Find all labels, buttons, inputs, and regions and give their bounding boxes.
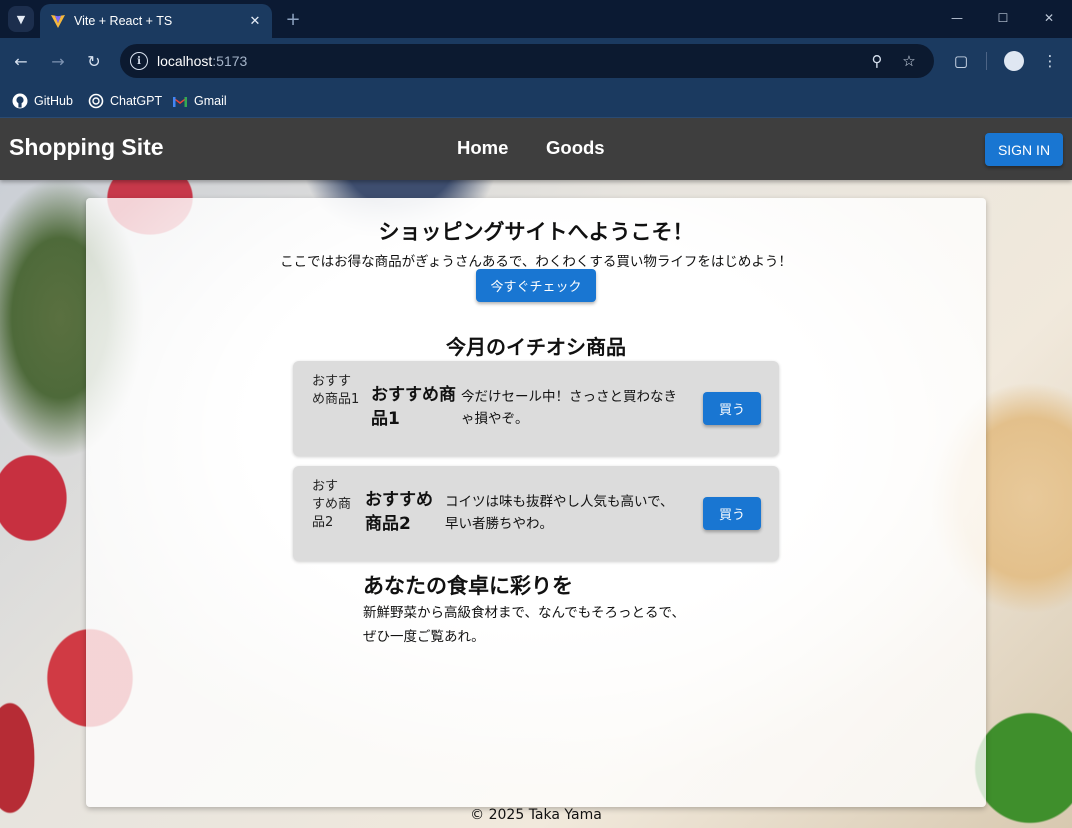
url-text: localhost:5173 (157, 53, 247, 69)
new-tab-icon[interactable]: + (282, 8, 304, 30)
url-port: :5173 (212, 53, 248, 69)
main-content-card: ショッピングサイトへようこそ！ ここではお得な商品がぎょうさんあるで、わくわくす… (86, 198, 986, 807)
bookmark-chatgpt[interactable]: ChatGPT (88, 91, 162, 111)
page-background: Shopping Site Home Goods SIGN IN ショッピングサ… (0, 118, 1072, 828)
menu-kebab-icon[interactable]: ⋮ (1039, 50, 1061, 72)
bookmark-label: Gmail (194, 94, 227, 108)
address-bar[interactable]: i localhost:5173 ⚲ ☆ (120, 44, 934, 78)
url-host: localhost (157, 53, 213, 69)
product-description: コイツは味も抜群やし人気も高いで、 早い者勝ちやわ。 (445, 491, 674, 535)
gmail-icon (172, 93, 188, 109)
featured-item: おすす め商品1 おすすめ商 品1 今だけセール中！さっさと買わなき ゃ損やぞ。… (293, 361, 779, 456)
github-icon (12, 93, 28, 109)
tab-close-icon[interactable]: ✕ (244, 10, 266, 32)
product-image-alt: おす すめ商 品2 (312, 478, 351, 532)
product-description: 今だけセール中！さっさと買わなき ゃ損やぞ。 (461, 386, 677, 430)
site-brand[interactable]: Shopping Site (9, 134, 164, 161)
extensions-icon[interactable]: ▢ (950, 50, 972, 72)
browser-tab[interactable]: Vite + React + TS ✕ (40, 4, 272, 38)
bookmark-gmail[interactable]: Gmail (172, 91, 227, 111)
bookmark-label: GitHub (34, 94, 73, 108)
maximize-icon[interactable]: ☐ (990, 6, 1016, 30)
profile-avatar[interactable] (1004, 51, 1024, 71)
forward-icon[interactable]: → (47, 50, 69, 72)
check-now-button[interactable]: 今すぐチェック (476, 269, 596, 302)
hero-title: ショッピングサイトへようこそ！ (378, 220, 694, 244)
promo-text-line: 新鮮野菜から高級食材まで、なんでもそろっとるで、 (363, 605, 685, 621)
bookmark-star-icon[interactable]: ☆ (900, 52, 918, 70)
tab-search-chevron-icon[interactable]: ▼ (8, 6, 34, 32)
featured-section-title: 今月のイチオシ商品 (446, 335, 626, 359)
bookmarks-bar: GitHub ChatGPT Gmail (0, 84, 1072, 118)
promo-text-line: ぜひ一度ご覧あれ。 (363, 629, 485, 645)
vite-favicon-icon (51, 15, 65, 28)
tab-title: Vite + React + TS (74, 14, 173, 28)
bookmark-label: ChatGPT (110, 94, 163, 108)
hero-subtitle: ここではお得な商品がぎょうさんあるで、わくわくする買い物ライフをはじめよう！ (280, 254, 792, 270)
image-alt-line: め商品1 (312, 392, 360, 407)
image-alt-line: おす (312, 479, 339, 494)
product-name-line: 商品2 (365, 514, 411, 534)
zoom-icon[interactable]: ⚲ (868, 52, 886, 70)
back-icon[interactable]: ← (10, 50, 32, 72)
minimize-icon[interactable]: — (944, 6, 970, 30)
product-name: おすすめ商 品1 (371, 383, 456, 431)
window-close-icon[interactable]: ✕ (1036, 6, 1062, 30)
product-desc-line: 今だけセール中！さっさと買わなき (461, 389, 677, 405)
browser-tab-bar: ▼ Vite + React + TS ✕ + — ☐ ✕ (0, 0, 1072, 38)
buy-button[interactable]: 買う (703, 497, 761, 530)
promo-title: あなたの食卓に彩りを (363, 574, 573, 598)
chatgpt-icon (88, 93, 104, 109)
image-alt-line: おすす (312, 374, 352, 389)
reload-icon[interactable]: ↻ (83, 50, 105, 72)
nav-home[interactable]: Home (457, 137, 508, 159)
product-image-alt: おすす め商品1 (312, 373, 359, 409)
image-alt-line: 品2 (312, 515, 334, 530)
product-desc-line: 早い者勝ちやわ。 (445, 516, 553, 532)
product-name-line: 品1 (371, 409, 400, 429)
product-desc-line: コイツは味も抜群やし人気も高いで、 (445, 494, 674, 510)
featured-item: おす すめ商 品2 おすすめ 商品2 コイツは味も抜群やし人気も高いで、 早い者… (293, 466, 779, 561)
promo-text: 新鮮野菜から高級食材まで、なんでもそろっとるで、 ぜひ一度ご覧あれ。 (363, 601, 723, 649)
product-name: おすすめ 商品2 (365, 488, 433, 536)
product-desc-line: ゃ損やぞ。 (461, 411, 529, 427)
app-header: Shopping Site Home Goods SIGN IN (0, 118, 1072, 180)
nav-goods[interactable]: Goods (546, 137, 605, 159)
product-name-line: おすすめ (365, 490, 433, 510)
sign-in-button[interactable]: SIGN IN (985, 133, 1063, 166)
toolbar-divider (986, 52, 987, 70)
footer-copyright: © 2025 Taka Yama (470, 807, 602, 823)
site-info-icon[interactable]: i (130, 52, 148, 70)
bookmark-github[interactable]: GitHub (12, 91, 73, 111)
product-name-line: おすすめ商 (371, 385, 456, 405)
browser-toolbar: ← → ↻ i localhost:5173 ⚲ ☆ ▢ ⋮ (0, 38, 1072, 84)
image-alt-line: すめ商 (312, 497, 352, 512)
buy-button[interactable]: 買う (703, 392, 761, 425)
